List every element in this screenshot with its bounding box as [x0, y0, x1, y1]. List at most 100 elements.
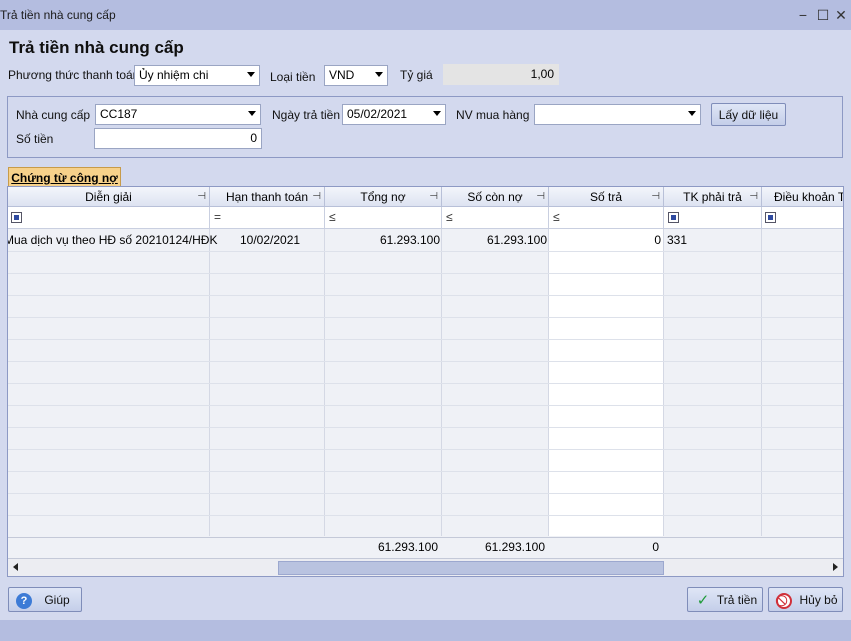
chevron-down-icon: [433, 111, 441, 116]
filter-cell-account[interactable]: [664, 207, 762, 229]
column-header-label: Tổng nợ: [360, 190, 406, 204]
column-header-due-date[interactable]: Hạn thanh toán ⊣: [210, 187, 325, 207]
pay-button[interactable]: ✓ Trả tiền: [687, 587, 763, 612]
cancel-button[interactable]: ⃠ Hủy bỏ: [768, 587, 843, 612]
status-bar: [0, 620, 851, 641]
filter-checkbox[interactable]: [765, 212, 776, 223]
cell-remaining: 61.293.100: [486, 233, 547, 247]
pin-icon[interactable]: ⊣: [312, 191, 321, 202]
payment-method-label: Phương thức thanh toán: [8, 68, 140, 82]
filter-operator[interactable]: ≤: [446, 210, 453, 224]
cancel-button-label: Hủy bỏ: [799, 593, 838, 607]
column-header-remaining[interactable]: Số còn nợ ⊣: [442, 187, 549, 207]
column-header-label: Diễn giải: [85, 190, 132, 204]
close-icon[interactable]: ✕: [831, 5, 851, 25]
payment-date-value: 05/02/2021: [347, 107, 408, 121]
filter-cell-terms[interactable]: [762, 207, 843, 229]
filter-operator[interactable]: =: [214, 210, 221, 224]
pay-sum: 0: [652, 540, 659, 554]
column-header-label: TK phải trả: [683, 190, 742, 204]
title-bar: Trả tiền nhà cung cấp − ☐ ✕: [0, 0, 851, 30]
supplier-label: Nhà cung cấp: [16, 108, 91, 122]
amount-label: Số tiền: [16, 132, 54, 146]
filter-cell-description[interactable]: [8, 207, 210, 229]
row-divider: [8, 405, 843, 406]
payment-date-label: Ngày trả tiền: [272, 108, 341, 122]
row-divider: [8, 339, 843, 340]
help-button-label: Giúp: [44, 593, 70, 607]
filter-checkbox[interactable]: [668, 212, 679, 223]
row-divider: [8, 515, 843, 516]
checkmark-icon: ✓: [696, 592, 710, 609]
payment-method-select[interactable]: Ủy nhiệm chi: [134, 65, 260, 86]
column-header-description[interactable]: Diễn giải ⊣: [8, 187, 210, 207]
row-divider: [8, 493, 843, 494]
row-divider: [8, 383, 843, 384]
cell-pay[interactable]: 0: [654, 233, 661, 247]
column-header-account[interactable]: TK phải trả ⊣: [664, 187, 762, 207]
filter-cell-due-date[interactable]: =: [210, 207, 325, 229]
exchange-rate-label: Tỷ giá: [400, 68, 433, 82]
table-row[interactable]: Mua dịch vụ theo HĐ số 20210124/HĐK 10/0…: [7, 229, 843, 251]
buyer-label: NV mua hàng: [456, 108, 530, 122]
cell-total-debt: 61.293.100: [379, 233, 440, 247]
filter-operator[interactable]: ≤: [329, 210, 336, 224]
chevron-down-icon: [248, 111, 256, 116]
supplier-select[interactable]: CC187: [95, 104, 261, 125]
filter-cell-pay[interactable]: ≤: [549, 207, 664, 229]
row-divider: [8, 273, 843, 274]
scroll-left-icon[interactable]: [13, 563, 18, 571]
debt-grid: Diễn giải ⊣ Hạn thanh toán ⊣ Tổng nợ ⊣ Số c…: [7, 186, 844, 577]
row-divider: [8, 427, 843, 428]
currency-value: VND: [329, 68, 355, 82]
amount-input[interactable]: 0: [94, 128, 262, 149]
chevron-down-icon: [247, 72, 255, 77]
cell-due-date: 10/02/2021: [240, 233, 301, 247]
row-divider: [8, 317, 843, 318]
filter-checkbox[interactable]: [11, 212, 22, 223]
column-header-label: Hạn thanh toán: [225, 190, 309, 204]
column-header-label: Số còn nợ: [467, 190, 523, 204]
help-button[interactable]: ? Giúp: [8, 587, 82, 612]
maximize-icon[interactable]: ☐: [813, 5, 833, 25]
chevron-down-icon: [375, 72, 383, 77]
horizontal-scrollbar[interactable]: [8, 558, 843, 576]
filter-cell-total-debt[interactable]: ≤: [325, 207, 442, 229]
pin-icon[interactable]: ⊣: [749, 191, 758, 202]
filter-operator[interactable]: ≤: [553, 210, 560, 224]
minimize-icon[interactable]: −: [793, 5, 813, 25]
pay-button-label: Trả tiền: [716, 593, 758, 607]
supplier-value: CC187: [100, 107, 138, 121]
get-data-button[interactable]: Lấy dữ liệu: [711, 103, 786, 126]
scroll-right-icon[interactable]: [833, 563, 838, 571]
scrollbar-thumb[interactable]: [278, 561, 664, 575]
row-divider: [8, 471, 843, 472]
row-divider: [8, 295, 843, 296]
currency-select[interactable]: VND: [324, 65, 388, 86]
page-title: Trả tiền nhà cung cấp: [9, 38, 184, 57]
pin-icon[interactable]: ⊣: [197, 191, 206, 202]
tab-debt-documents[interactable]: Chứng từ công nợ: [8, 167, 121, 187]
pin-icon[interactable]: ⊣: [429, 191, 438, 202]
column-header-terms[interactable]: Điều khoản TT: [762, 187, 843, 207]
column-header-label: Điều khoản TT: [774, 190, 843, 204]
chevron-down-icon: [688, 111, 696, 116]
currency-label: Loại tiền: [270, 70, 316, 84]
column-header-label: Số trả: [589, 190, 622, 204]
pin-icon[interactable]: ⊣: [536, 191, 545, 202]
footer-divider: [8, 537, 843, 538]
column-header-total-debt[interactable]: Tổng nợ ⊣: [325, 187, 442, 207]
remaining-sum: 61.293.100: [484, 540, 545, 554]
row-divider: [8, 449, 843, 450]
window-title: Trả tiền nhà cung cấp: [0, 8, 116, 22]
row-divider: [8, 251, 843, 252]
buyer-select[interactable]: [534, 104, 701, 125]
column-header-pay[interactable]: Số trả ⊣: [549, 187, 664, 207]
pin-icon[interactable]: ⊣: [651, 191, 660, 202]
exchange-rate-field: 1,00: [443, 64, 559, 85]
cell-description: Mua dịch vụ theo HĐ số 20210124/HĐK: [7, 233, 218, 247]
total-debt-sum: 61.293.100: [377, 540, 438, 554]
payment-date-picker[interactable]: 05/02/2021: [342, 104, 446, 125]
row-divider: [8, 361, 843, 362]
filter-cell-remaining[interactable]: ≤: [442, 207, 549, 229]
